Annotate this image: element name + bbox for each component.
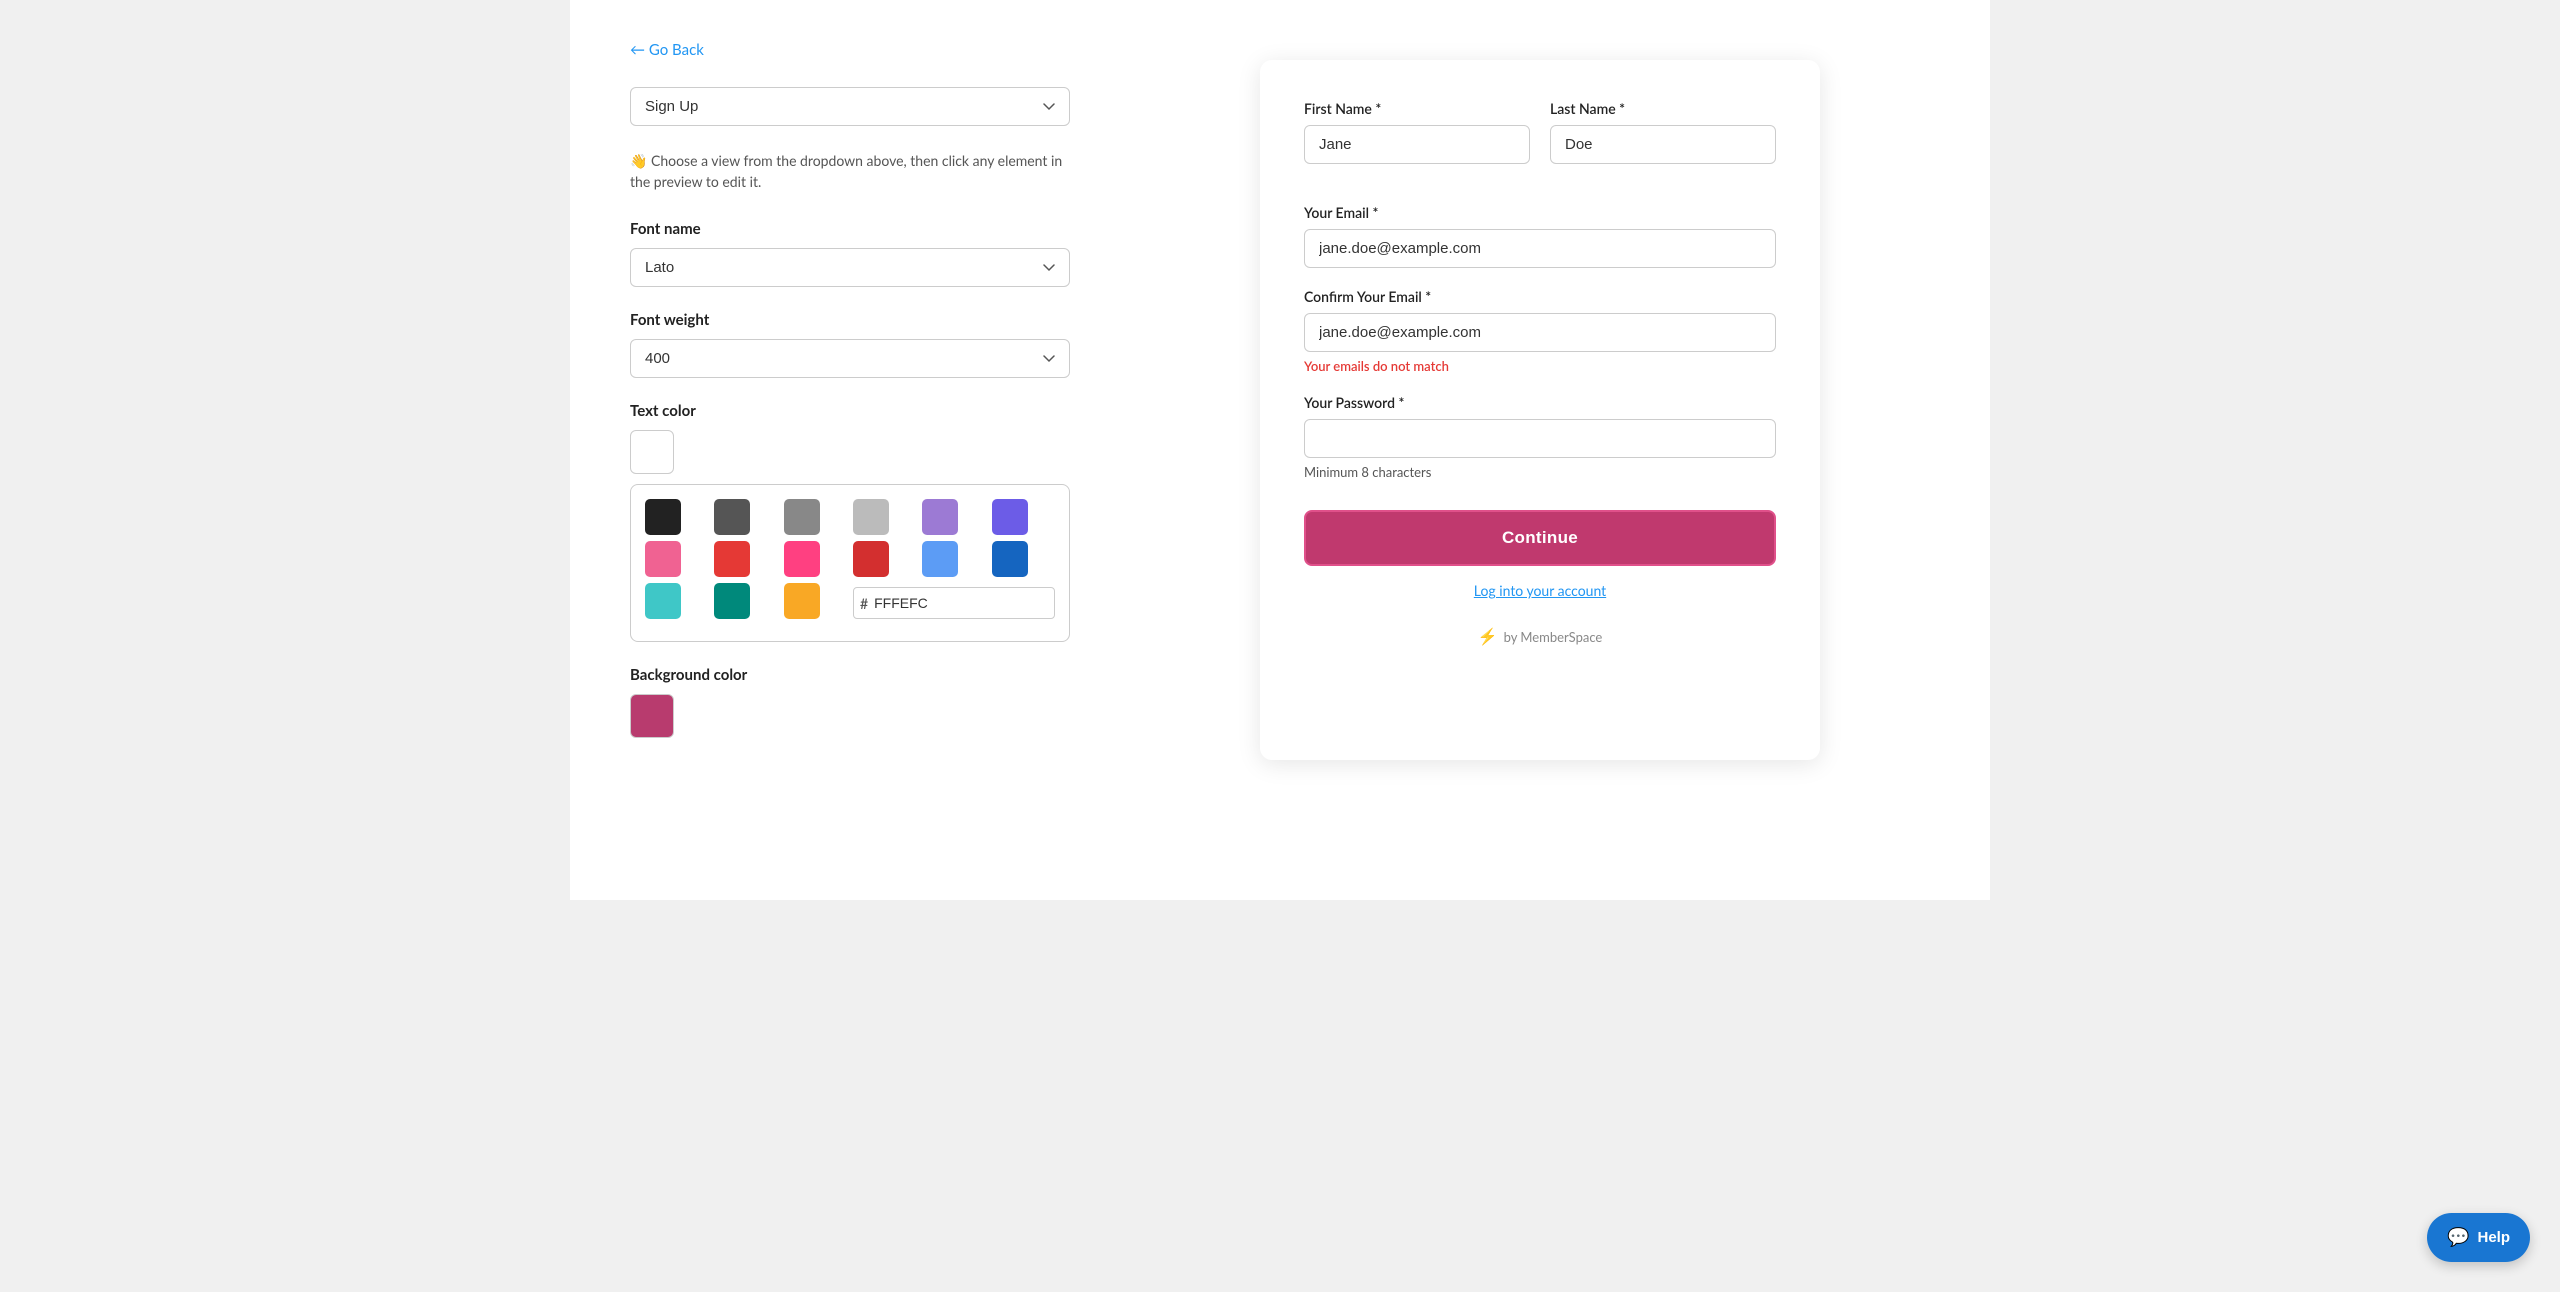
color-palette: # bbox=[630, 484, 1070, 642]
color-swatch-gray[interactable] bbox=[784, 499, 820, 535]
color-swatch-yellow[interactable] bbox=[784, 583, 820, 619]
first-name-input[interactable] bbox=[1304, 125, 1530, 164]
confirm-email-input[interactable] bbox=[1304, 313, 1776, 352]
color-grid: # bbox=[645, 499, 1055, 619]
confirm-email-group: Confirm Your Email * Your emails do not … bbox=[1304, 288, 1776, 374]
page-wrapper: ← Go Back Sign Up Log In Profile Forgot … bbox=[570, 0, 1990, 900]
color-swatch-darkblue[interactable] bbox=[992, 541, 1028, 577]
password-hint: Minimum 8 characters bbox=[1304, 464, 1776, 480]
help-chat-icon: 💬 bbox=[2447, 1227, 2469, 1248]
password-input[interactable] bbox=[1304, 419, 1776, 458]
text-color-swatch[interactable] bbox=[630, 430, 674, 474]
color-swatch-darkgray[interactable] bbox=[714, 499, 750, 535]
color-swatch-darkred[interactable] bbox=[853, 541, 889, 577]
confirm-email-label: Confirm Your Email * bbox=[1304, 288, 1776, 305]
text-color-section: Text color bbox=[630, 402, 1070, 642]
color-swatch-darkteal[interactable] bbox=[714, 583, 750, 619]
password-group: Your Password * Minimum 8 characters bbox=[1304, 394, 1776, 480]
last-name-label: Last Name * bbox=[1550, 100, 1776, 117]
color-swatch-pink[interactable] bbox=[645, 541, 681, 577]
name-row: First Name * Last Name * bbox=[1304, 100, 1776, 184]
font-name-section: Font name Lato Arial Roboto Open Sans Mo… bbox=[630, 220, 1070, 287]
background-color-swatch[interactable] bbox=[630, 694, 674, 738]
view-dropdown[interactable]: Sign Up Log In Profile Forgot Password bbox=[630, 87, 1070, 126]
email-input[interactable] bbox=[1304, 229, 1776, 268]
memberspace-label: by MemberSpace bbox=[1504, 629, 1603, 645]
background-color-section: Background color bbox=[630, 666, 1070, 738]
color-swatch-lightgray[interactable] bbox=[853, 499, 889, 535]
last-name-group: Last Name * bbox=[1550, 100, 1776, 164]
signup-card: First Name * Last Name * Your Email * Co… bbox=[1260, 60, 1820, 760]
color-swatch-purple[interactable] bbox=[992, 499, 1028, 535]
color-swatch-blue[interactable] bbox=[922, 541, 958, 577]
right-panel: First Name * Last Name * Your Email * Co… bbox=[1150, 40, 1930, 860]
help-button-label: Help bbox=[2477, 1229, 2510, 1246]
go-back-link[interactable]: ← Go Back bbox=[630, 41, 704, 59]
font-name-dropdown[interactable]: Lato Arial Roboto Open Sans Montserrat bbox=[630, 248, 1070, 287]
ms-logo: ⚡ bbox=[1478, 627, 1498, 646]
font-weight-label: Font weight bbox=[630, 311, 1070, 329]
font-weight-dropdown[interactable]: 100 200 300 400 500 600 700 800 900 bbox=[630, 339, 1070, 378]
color-swatch-teal[interactable] bbox=[645, 583, 681, 619]
email-error: Your emails do not match bbox=[1304, 358, 1776, 374]
email-label: Your Email * bbox=[1304, 204, 1776, 221]
memberspace-footer: ⚡ by MemberSpace bbox=[1304, 627, 1776, 646]
email-group: Your Email * bbox=[1304, 204, 1776, 268]
color-swatch-black[interactable] bbox=[645, 499, 681, 535]
hex-symbol: # bbox=[860, 595, 868, 612]
background-color-label: Background color bbox=[630, 666, 1070, 684]
hint-text: 👋 Choose a view from the dropdown above,… bbox=[630, 150, 1070, 192]
first-name-group: First Name * bbox=[1304, 100, 1530, 164]
login-link[interactable]: Log into your account bbox=[1304, 582, 1776, 599]
left-panel: ← Go Back Sign Up Log In Profile Forgot … bbox=[630, 40, 1070, 860]
font-weight-section: Font weight 100 200 300 400 500 600 700 … bbox=[630, 311, 1070, 378]
password-label: Your Password * bbox=[1304, 394, 1776, 411]
color-swatch-red[interactable] bbox=[714, 541, 750, 577]
color-swatch-lavender[interactable] bbox=[922, 499, 958, 535]
font-name-label: Font name bbox=[630, 220, 1070, 238]
text-color-label: Text color bbox=[630, 402, 1070, 420]
first-name-label: First Name * bbox=[1304, 100, 1530, 117]
hex-input[interactable] bbox=[874, 595, 954, 611]
continue-button[interactable]: Continue bbox=[1304, 510, 1776, 566]
color-swatch-hotpink[interactable] bbox=[784, 541, 820, 577]
last-name-input[interactable] bbox=[1550, 125, 1776, 164]
help-button[interactable]: 💬 Help bbox=[2427, 1213, 2530, 1262]
view-dropdown-container: Sign Up Log In Profile Forgot Password bbox=[630, 87, 1070, 126]
